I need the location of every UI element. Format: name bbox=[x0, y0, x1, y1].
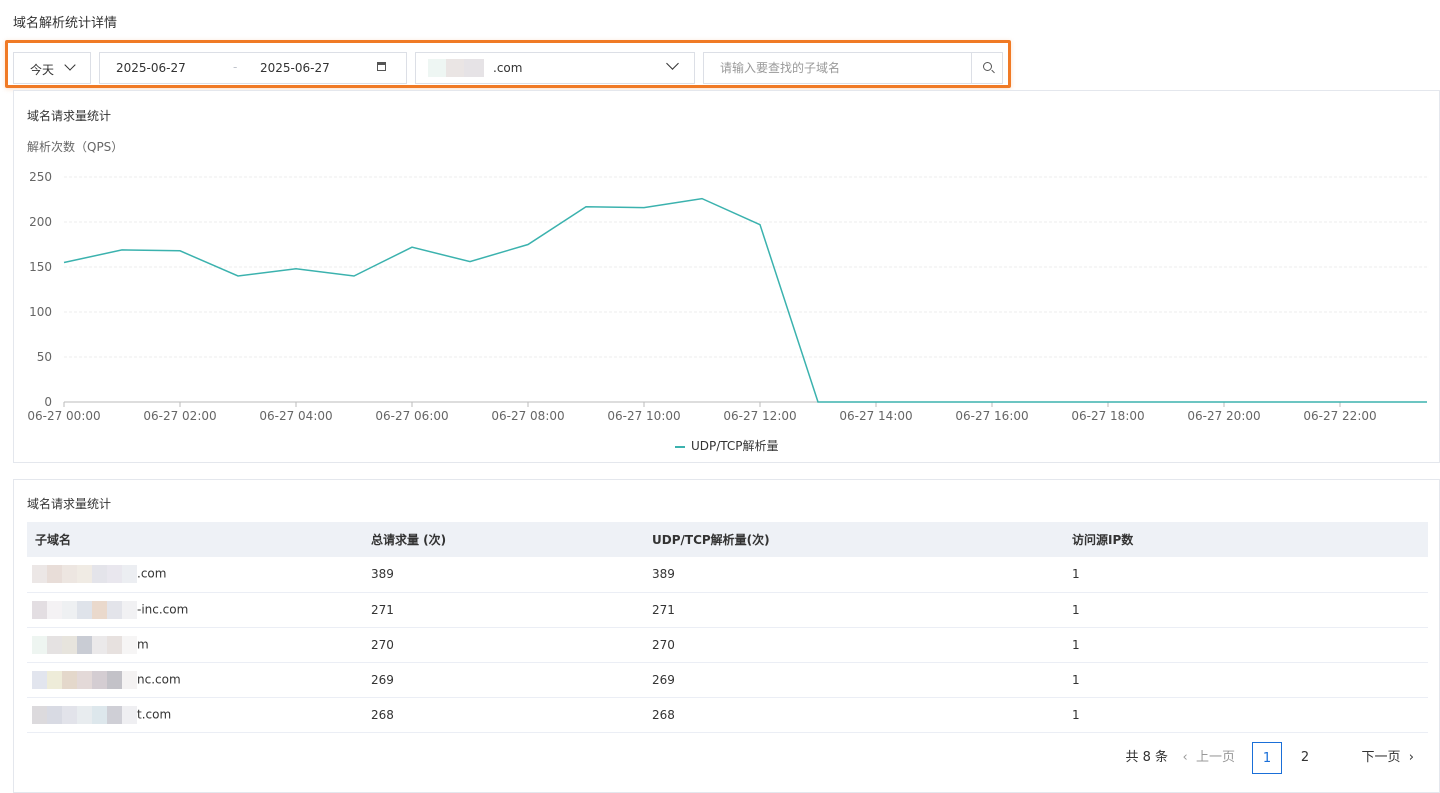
masked-subdomain bbox=[32, 600, 137, 619]
page-1-button[interactable]: 1 bbox=[1252, 742, 1282, 774]
subdomain-text: -inc.com bbox=[137, 602, 189, 616]
table-panel-title: 域名请求量统计 bbox=[27, 497, 112, 511]
total-requests-cell: 268 bbox=[363, 697, 644, 733]
date-range-picker[interactable]: 2025-06-27 - 2025-06-27 bbox=[99, 52, 407, 84]
table-row: nc.com 269 269 1 bbox=[27, 662, 1428, 698]
total-requests-cell: 271 bbox=[363, 592, 644, 628]
source-ip-cell: 1 bbox=[1064, 627, 1428, 663]
domain-suffix: .com bbox=[493, 61, 523, 75]
column-header-udp-tcp: UDP/TCP解析量(次) bbox=[644, 522, 1064, 557]
subdomain-text: nc.com bbox=[137, 672, 181, 686]
subdomain-text: m bbox=[137, 637, 149, 651]
udp-tcp-cell: 269 bbox=[644, 662, 1064, 698]
date-start[interactable]: 2025-06-27 bbox=[116, 61, 186, 75]
x-tick-label: 06-27 00:00 bbox=[27, 409, 100, 423]
page-2-button[interactable]: 2 bbox=[1290, 742, 1320, 774]
subdomain-text: t.com bbox=[137, 707, 172, 721]
y-tick-label: 100 bbox=[29, 305, 52, 319]
legend-line-icon bbox=[675, 445, 685, 448]
search-icon bbox=[983, 62, 992, 71]
column-header-subdomain: 子域名 bbox=[27, 522, 363, 557]
source-ip-cell: 1 bbox=[1064, 592, 1428, 628]
subdomain-search-field[interactable] bbox=[703, 52, 972, 84]
x-tick-label: 06-27 06:00 bbox=[375, 409, 448, 423]
masked-subdomain bbox=[32, 635, 137, 654]
x-tick-label: 06-27 22:00 bbox=[1303, 409, 1376, 423]
prev-page-button[interactable]: ‹ 上一页 bbox=[1183, 742, 1235, 774]
subdomain-cell: m bbox=[27, 627, 363, 663]
total-requests-cell: 389 bbox=[363, 557, 644, 593]
total-requests-cell: 269 bbox=[363, 662, 644, 698]
period-select[interactable]: 今天 bbox=[13, 52, 91, 84]
masked-subdomain bbox=[32, 705, 137, 724]
udp-tcp-cell: 389 bbox=[644, 557, 1064, 593]
period-select-value: 今天 bbox=[30, 63, 55, 77]
domain-select[interactable]: .com bbox=[415, 52, 695, 84]
subdomain-cell: t.com bbox=[27, 697, 363, 733]
masked-domain-name bbox=[428, 59, 484, 77]
chart-panel: 域名请求量统计 解析次数（QPS） 0 50 100 150 200 250 06-27 0… bbox=[13, 90, 1440, 463]
subdomain-cell: -inc.com bbox=[27, 592, 363, 628]
prev-page-label: 上一页 bbox=[1195, 750, 1235, 765]
table-row: .com 389 389 1 bbox=[27, 557, 1428, 593]
x-tick-label: 06-27 02:00 bbox=[143, 409, 216, 423]
source-ip-cell: 1 bbox=[1064, 662, 1428, 698]
table-row: t.com 268 268 1 bbox=[27, 697, 1428, 733]
table-row: -inc.com 271 271 1 bbox=[27, 592, 1428, 628]
search-button[interactable] bbox=[971, 52, 1003, 84]
y-tick-label: 150 bbox=[29, 260, 52, 274]
udp-tcp-cell: 268 bbox=[644, 697, 1064, 733]
masked-subdomain bbox=[32, 670, 137, 689]
masked-subdomain bbox=[32, 565, 137, 584]
x-tick-label: 06-27 18:00 bbox=[1071, 409, 1144, 423]
next-page-button[interactable]: 下一页 › bbox=[1362, 742, 1414, 774]
next-page-label: 下一页 bbox=[1361, 750, 1401, 765]
x-tick-label: 06-27 12:00 bbox=[723, 409, 796, 423]
source-ip-cell: 1 bbox=[1064, 697, 1428, 733]
date-end[interactable]: 2025-06-27 bbox=[260, 61, 330, 75]
column-header-total: 总请求量 (次) bbox=[363, 522, 644, 557]
y-tick-label: 50 bbox=[37, 350, 52, 364]
chart-legend[interactable]: UDP/TCP解析量 bbox=[675, 437, 779, 454]
table-header-row: 子域名 总请求量 (次) UDP/TCP解析量(次) 访问源IP数 bbox=[27, 522, 1428, 557]
x-tick-label: 06-27 20:00 bbox=[1187, 409, 1260, 423]
udp-tcp-cell: 270 bbox=[644, 627, 1064, 663]
calendar-icon[interactable] bbox=[377, 62, 386, 71]
pagination: 共 8 条 ‹ 上一页 1 2 下一页 › bbox=[1117, 742, 1417, 774]
series-line bbox=[63, 197, 1398, 403]
total-requests-cell: 270 bbox=[363, 627, 644, 663]
filter-bar: 今天 2025-06-27 - 2025-06-27 .com bbox=[5, 40, 1011, 88]
y-tick-label: 200 bbox=[29, 215, 52, 229]
page-title: 域名解析统计详情 bbox=[13, 16, 118, 31]
y-tick-label: 0 bbox=[44, 395, 52, 409]
line-chart: 0 50 100 150 200 250 06-27 00:00 06-27 02:00 06-… bbox=[27, 170, 1427, 423]
pagination-total: 共 8 条 bbox=[1125, 750, 1168, 765]
chevron-down-icon bbox=[64, 59, 76, 71]
table-panel: 域名请求量统计 子域名 总请求量 (次) UDP/TCP解析量(次) 访问源IP… bbox=[13, 479, 1440, 793]
legend-label: UDP/TCP解析量 bbox=[691, 439, 779, 453]
subdomain-search-input[interactable] bbox=[718, 60, 962, 76]
x-tick-label: 06-27 10:00 bbox=[607, 409, 680, 423]
udp-tcp-cell: 271 bbox=[644, 592, 1064, 628]
subdomain-cell: nc.com bbox=[27, 662, 363, 698]
chevron-down-icon bbox=[666, 57, 679, 70]
x-tick-label: 06-27 04:00 bbox=[259, 409, 332, 423]
subdomain-text: .com bbox=[137, 566, 167, 581]
subdomain-cell: .com bbox=[27, 557, 363, 593]
table-row: m 270 270 1 bbox=[27, 627, 1428, 663]
subdomain-table: 子域名 总请求量 (次) UDP/TCP解析量(次) 访问源IP数 .com 3… bbox=[27, 522, 1428, 733]
x-tick-label: 06-27 16:00 bbox=[955, 409, 1028, 423]
column-header-source-ips: 访问源IP数 bbox=[1064, 522, 1428, 557]
y-tick-label: 250 bbox=[29, 170, 52, 184]
x-tick-label: 06-27 08:00 bbox=[491, 409, 564, 423]
source-ip-cell: 1 bbox=[1064, 557, 1428, 593]
date-separator: - bbox=[233, 60, 238, 74]
x-tick-label: 06-27 14:00 bbox=[839, 409, 912, 423]
